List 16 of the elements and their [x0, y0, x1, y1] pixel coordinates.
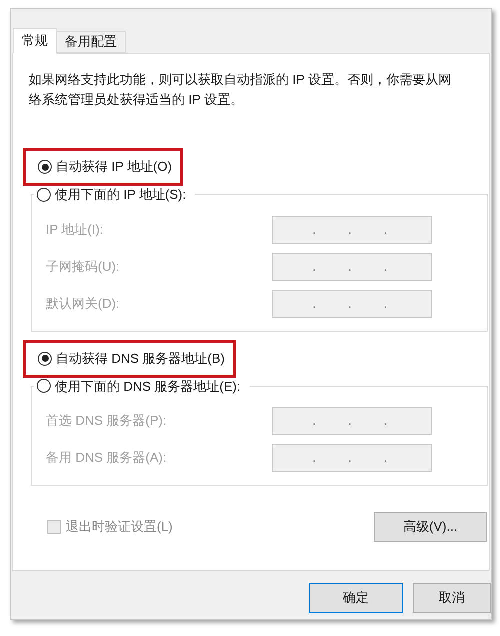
description-text: 如果网络支持此功能，则可以获取自动指派的 IP 设置。否则，你需要从网络系统管理员处获得适当的 IP 设置。 [29, 71, 452, 109]
dialog-button[interactable]: 取消 [413, 583, 491, 613]
dialog-button[interactable]: 确定 [309, 583, 403, 613]
radio-option[interactable]: 自动获得 DNS 服务器地址(B) [38, 348, 225, 368]
radio-option[interactable]: 自动获得 IP 地址(O) [38, 157, 172, 177]
field-label: 子网掩码(U): [46, 258, 121, 276]
radio-option[interactable]: 使用下面的 IP 地址(S): [37, 185, 186, 204]
field-label: 默认网关(D): [46, 294, 121, 313]
field-label: IP 地址(I): [46, 220, 105, 239]
field-label: 首选 DNS 服务器(P): [46, 412, 168, 430]
radio-option[interactable]: 使用下面的 DNS 服务器地址(E): [37, 376, 241, 396]
field-label: 备用 DNS 服务器(A): [46, 449, 168, 468]
checkbox-label: 退出时验证设置(L) [66, 518, 173, 536]
tab[interactable]: 常规 [13, 28, 57, 54]
tab[interactable]: 备用配置 [57, 31, 126, 53]
advanced-button[interactable]: 高级(V)... [374, 512, 487, 542]
